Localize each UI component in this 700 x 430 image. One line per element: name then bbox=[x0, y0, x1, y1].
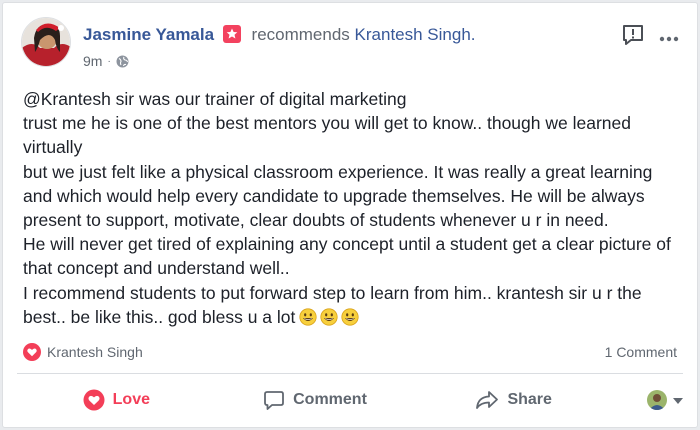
share-label: Share bbox=[507, 391, 552, 408]
recommend-target[interactable]: Krantesh Singh. bbox=[355, 25, 476, 44]
comment-count[interactable]: 1 Comment bbox=[605, 344, 677, 360]
heart-icon bbox=[83, 389, 105, 411]
globe-icon[interactable] bbox=[116, 55, 129, 68]
post-line: He will never get tired of explaining an… bbox=[23, 234, 671, 279]
report-icon[interactable] bbox=[621, 23, 645, 52]
meta-separator: · bbox=[107, 55, 111, 67]
divider bbox=[17, 373, 683, 374]
post-line: @Krantesh sir was our trainer of digital… bbox=[23, 89, 407, 109]
post-last-line: I recommend students to put forward step… bbox=[23, 281, 683, 329]
audience-selector[interactable] bbox=[613, 390, 684, 410]
grinning-emoji-icon bbox=[341, 308, 359, 326]
love-label: Love bbox=[112, 391, 150, 408]
post-card: Jasmine Yamala recommends Krantesh Singh… bbox=[2, 2, 698, 428]
emoji-group bbox=[299, 308, 359, 326]
post-timestamp[interactable]: 9m bbox=[83, 53, 102, 69]
post-body: @Krantesh sir was our trainer of digital… bbox=[23, 87, 683, 329]
author-name[interactable]: Jasmine Yamala bbox=[83, 25, 214, 44]
action-bar: Love Comment Share bbox=[17, 377, 684, 423]
comment-label: Comment bbox=[293, 391, 367, 408]
post-header: Jasmine Yamala recommends Krantesh Singh… bbox=[21, 17, 683, 77]
more-options-icon[interactable] bbox=[659, 29, 679, 47]
reactions-summary: Krantesh Singh 1 Comment bbox=[23, 341, 677, 363]
reactor-name[interactable]: Krantesh Singh bbox=[47, 344, 143, 360]
share-icon bbox=[476, 391, 499, 409]
author-avatar[interactable] bbox=[21, 17, 71, 67]
share-button[interactable]: Share bbox=[414, 389, 613, 411]
grinning-emoji-icon bbox=[299, 308, 317, 326]
love-button[interactable]: Love bbox=[17, 389, 216, 411]
recommend-verb: recommends bbox=[251, 25, 350, 44]
post-title-line: Jasmine Yamala recommends Krantesh Singh… bbox=[83, 25, 476, 45]
chevron-down-icon bbox=[673, 391, 684, 409]
grinning-emoji-icon bbox=[320, 308, 338, 326]
comment-button[interactable]: Comment bbox=[216, 389, 415, 411]
recommend-icon bbox=[222, 25, 241, 43]
post-line: but we just felt like a physical classro… bbox=[23, 161, 653, 231]
header-actions bbox=[621, 23, 679, 52]
heart-icon[interactable] bbox=[23, 343, 41, 361]
comment-icon bbox=[264, 391, 285, 410]
post-line: trust me he is one of the best mentors y… bbox=[23, 113, 631, 158]
user-avatar bbox=[647, 390, 668, 410]
post-meta: 9m · bbox=[83, 53, 129, 69]
